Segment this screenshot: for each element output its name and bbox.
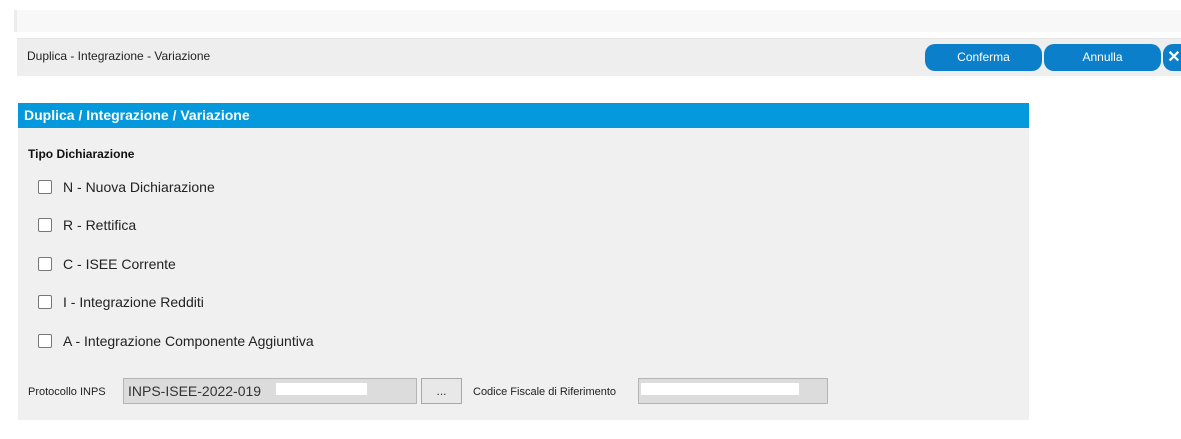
top-strip	[14, 10, 1181, 32]
fiscal-code-label: Codice Fiscale di Riferimento	[473, 386, 617, 398]
protocol-label: Protocollo INPS	[28, 386, 106, 398]
redaction-mask	[641, 383, 799, 395]
toolbar-title: Duplica - Integrazione - Variazione	[27, 49, 211, 63]
option-label: A - Integrazione Componente Aggiuntiva	[63, 333, 314, 349]
checkbox-i[interactable]	[38, 295, 52, 309]
protocol-value: INPS-ISEE-2022-019	[128, 383, 262, 399]
checkbox-a[interactable]	[38, 334, 52, 348]
option-label: R - Rettifica	[63, 217, 137, 233]
close-icon[interactable]: ✕	[1163, 44, 1181, 71]
checkbox-c[interactable]	[38, 257, 52, 271]
checkbox-n[interactable]	[38, 180, 52, 194]
cancel-button[interactable]: Annulla	[1044, 44, 1161, 71]
option-integrazione-redditi[interactable]: I - Integrazione Redditi	[38, 293, 204, 311]
checkbox-r[interactable]	[38, 218, 52, 232]
option-label: C - ISEE Corrente	[63, 256, 176, 272]
redaction-mask	[276, 383, 367, 395]
option-integrazione-componente-aggiuntiva[interactable]: A - Integrazione Componente Aggiuntiva	[38, 332, 314, 350]
option-nuova-dichiarazione[interactable]: N - Nuova Dichiarazione	[38, 178, 215, 196]
option-label: I - Integrazione Redditi	[63, 294, 204, 310]
option-label: N - Nuova Dichiarazione	[63, 179, 215, 195]
toolbar: Duplica - Integrazione - Variazione Conf…	[17, 38, 1181, 76]
option-isee-corrente[interactable]: C - ISEE Corrente	[38, 255, 176, 273]
fiscal-code-input[interactable]	[638, 378, 828, 404]
section-label-tipo-dichiarazione: Tipo Dichiarazione	[28, 147, 135, 161]
panel-header: Duplica / Integrazione / Variazione	[18, 103, 1029, 128]
top-strip-edge	[14, 10, 17, 32]
protocol-input[interactable]: INPS-ISEE-2022-019	[123, 378, 417, 404]
confirm-button[interactable]: Conferma	[925, 44, 1042, 71]
option-rettifica[interactable]: R - Rettifica	[38, 216, 136, 234]
browse-button[interactable]: ...	[421, 378, 462, 404]
declaration-panel: Duplica / Integrazione / Variazione Tipo…	[18, 103, 1029, 420]
